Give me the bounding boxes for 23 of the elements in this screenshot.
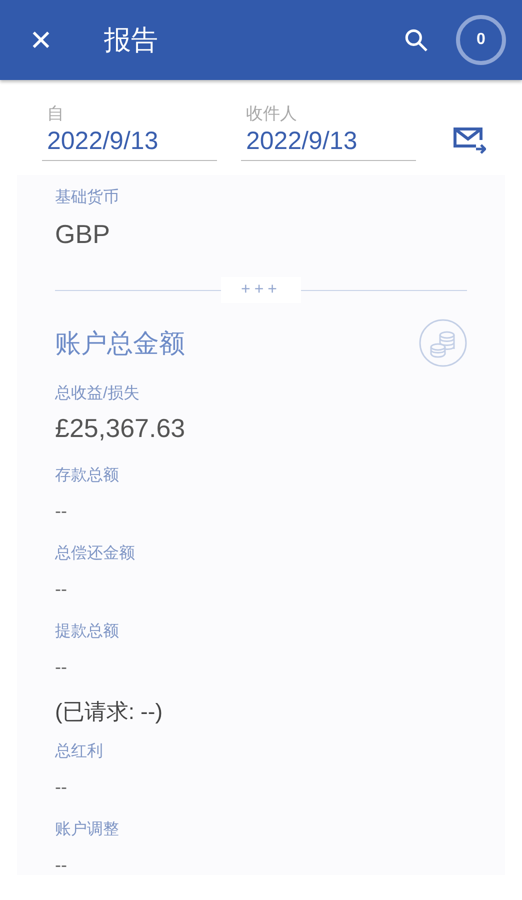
date-field[interactable]: 自 2022/9/13 bbox=[42, 104, 217, 161]
page-title: 报告 bbox=[104, 24, 159, 57]
requested-note: (已请求: --) bbox=[55, 699, 164, 725]
field-value: GBP bbox=[55, 219, 111, 249]
field-value: -- bbox=[55, 500, 68, 523]
field-label: 总红利 bbox=[55, 742, 104, 762]
count-badge[interactable]: 0 bbox=[456, 15, 506, 65]
field-value: -- bbox=[55, 776, 68, 799]
section-title: 账户总金额 bbox=[55, 326, 185, 360]
close-button[interactable]: ✕ bbox=[26, 24, 56, 56]
field-value: -- bbox=[55, 854, 68, 875]
field-value: -- bbox=[55, 656, 68, 679]
email-send-icon[interactable] bbox=[452, 126, 486, 154]
field-label: 基础货币 bbox=[55, 188, 120, 208]
field-label: 总偿还金额 bbox=[55, 544, 136, 564]
coins-icon bbox=[419, 319, 467, 367]
date-field[interactable]: 收件人 2022/9/13 bbox=[241, 104, 416, 161]
field-label: 账户调整 bbox=[55, 820, 120, 840]
field-label: 提款总额 bbox=[55, 622, 120, 642]
field-value: -- bbox=[55, 578, 68, 601]
field-value: £25,367.63 bbox=[55, 413, 186, 443]
field-label: 存款总额 bbox=[55, 466, 120, 486]
field-label: 总收益/损失 bbox=[55, 384, 140, 404]
